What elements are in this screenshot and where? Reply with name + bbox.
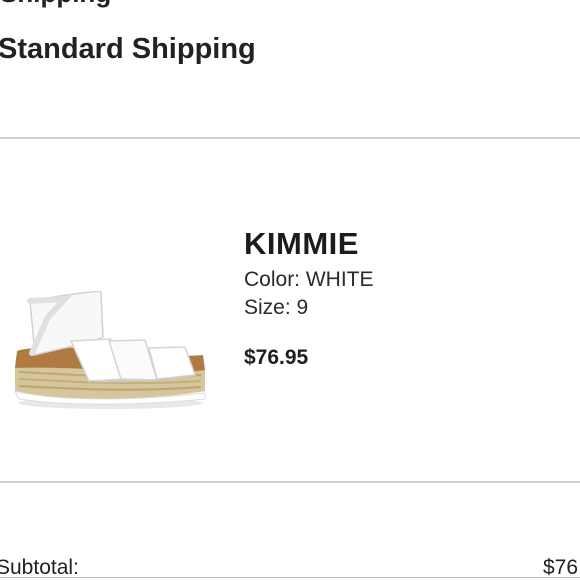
shipping-method: Standard Shipping [0,33,256,65]
product-name: KIMMIE [244,226,359,261]
product-color: Color: WHITE [244,268,374,291]
bottom-divider [0,577,580,578]
product-size: Size: 9 [244,296,309,319]
order-summary-page: Shipping Standard Shipping KIMMIE [0,0,580,580]
product-price: $76.95 [244,346,309,369]
shipping-section-heading: Shipping [0,0,111,9]
section-divider [0,481,580,483]
product-details: KIMMIE Color: WHITE Size: 9 $76.95 [244,226,374,370]
sandal-icon [14,290,206,409]
product-image [5,275,210,415]
section-divider [0,137,580,139]
